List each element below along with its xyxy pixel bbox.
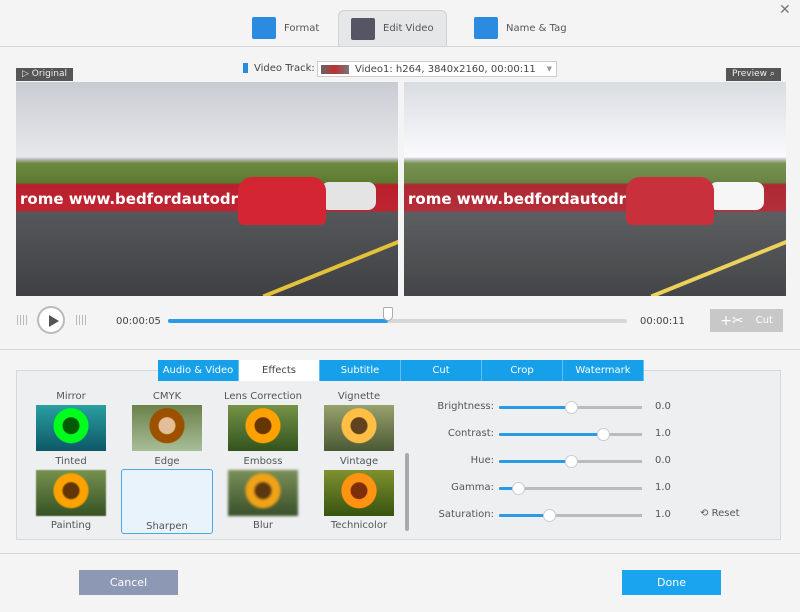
adjust-value: 1.0 <box>655 509 671 520</box>
effects-scrollbar[interactable] <box>405 453 409 531</box>
timeline-slider[interactable] <box>168 307 627 323</box>
effect-thumbnail <box>132 405 202 451</box>
name-tag-icon <box>474 17 498 39</box>
subtab-cut[interactable]: Cut <box>401 360 482 381</box>
gamma-slider[interactable] <box>499 482 642 495</box>
effect-label: Vintage <box>339 456 379 467</box>
original-tag: ▷ Original <box>16 68 74 81</box>
adjust-value: 1.0 <box>655 482 671 493</box>
cut-button[interactable]: +✂ Cut <box>710 309 783 332</box>
effect-technicolor[interactable]: Technicolor <box>313 469 405 534</box>
original-label: Original <box>31 69 68 79</box>
slider-knob[interactable] <box>543 509 557 522</box>
format-icon <box>252 17 276 39</box>
effect-lens-correction[interactable]: Lens Correction <box>217 391 309 451</box>
zoom-icon: ⌕ <box>769 69 775 79</box>
done-button[interactable]: Done <box>622 570 721 595</box>
reset-icon: ⟲ <box>700 508 709 519</box>
preview-label: Preview <box>732 69 768 79</box>
total-time: 00:00:11 <box>640 316 685 327</box>
effect-painting[interactable]: Painting <box>25 469 117 534</box>
effect-sharpen[interactable]: Sharpen <box>121 469 213 534</box>
close-icon[interactable]: ✕ <box>779 2 791 18</box>
current-time: 00:00:05 <box>116 316 161 327</box>
adjust-value: 0.0 <box>655 455 671 466</box>
tab-label: Format <box>284 22 320 34</box>
effect-label: Blur <box>252 520 274 531</box>
video-track-label: Video Track: <box>254 63 315 74</box>
reset-label: Reset <box>711 508 740 519</box>
timeline-handle[interactable] <box>383 307 394 321</box>
effect-label: Edge <box>154 456 180 467</box>
subtab-subtitle[interactable]: Subtitle <box>320 360 401 381</box>
effect-label: Tinted <box>55 456 87 467</box>
adjust-label: Contrast: <box>447 428 494 439</box>
slider-knob[interactable] <box>564 401 578 414</box>
tab-label: Name & Tag <box>506 22 567 34</box>
slider-knob[interactable] <box>564 455 578 468</box>
effect-label: Technicolor <box>330 520 388 531</box>
cancel-button[interactable]: Cancel <box>79 570 178 595</box>
brightness-slider[interactable] <box>499 401 642 414</box>
track-thumbnail <box>321 64 349 74</box>
effect-label: Sharpen <box>146 521 188 532</box>
subtab-crop[interactable]: Crop <box>482 360 563 381</box>
subtab-audio-video[interactable]: Audio & Video <box>158 360 239 381</box>
scissors-icon: +✂ <box>720 312 744 329</box>
play-button[interactable] <box>37 306 65 334</box>
video-track-value: Video1: h264, 3840x2160, 00:00:11 <box>355 63 536 75</box>
tab-edit-video[interactable]: Edit Video <box>338 10 447 46</box>
effect-label: Lens Correction <box>223 391 302 402</box>
effect-blur[interactable]: Blur <box>217 469 309 534</box>
tab-label: Edit Video <box>383 23 434 34</box>
subtab-watermark[interactable]: Watermark <box>563 360 644 381</box>
effect-label: Mirror <box>56 391 86 402</box>
effect-thumbnail <box>36 405 106 451</box>
hue-slider[interactable] <box>499 455 642 468</box>
edit-video-icon <box>351 17 375 40</box>
next-frame-grip[interactable] <box>76 315 86 325</box>
effect-vignette[interactable]: Vignette <box>313 391 405 451</box>
adjust-label: Gamma: <box>451 482 494 493</box>
adjust-value: 1.0 <box>655 428 671 439</box>
adjust-value: 0.0 <box>655 401 671 412</box>
subtab-effects[interactable]: Effects <box>239 360 320 381</box>
effect-label: Emboss <box>243 456 283 467</box>
adjust-label: Hue: <box>470 455 494 466</box>
cut-label: Cut <box>755 315 773 326</box>
adjust-label: Brightness: <box>437 401 494 412</box>
preview-tag[interactable]: Preview ⌕ <box>726 68 781 81</box>
tab-format[interactable]: Format <box>240 10 331 46</box>
adjust-label: Saturation: <box>438 509 495 520</box>
contrast-slider[interactable] <box>499 428 642 441</box>
slider-knob[interactable] <box>511 482 525 495</box>
video-track-select[interactable]: Video1: h264, 3840x2160, 00:00:11 ▼ <box>317 61 557 77</box>
original-video: rome www.bedfordautodrome.com <box>16 82 398 296</box>
effect-mirror[interactable]: Mirror <box>25 391 117 451</box>
chevron-down-icon: ▼ <box>546 65 552 73</box>
effect-label: CMYK <box>152 391 182 402</box>
effect-cmyk[interactable]: CMYK <box>121 391 213 451</box>
saturation-slider[interactable] <box>499 509 642 522</box>
effect-label: Vignette <box>337 391 381 402</box>
prev-frame-grip[interactable] <box>17 315 27 325</box>
effect-thumbnail <box>228 405 298 451</box>
preview-video: rome www.bedfordautodrome.com <box>404 82 786 296</box>
effect-thumbnail <box>324 405 394 451</box>
effect-label: Painting <box>50 520 92 531</box>
video-track-icon <box>243 63 248 73</box>
reset-button[interactable]: ⟲ Reset <box>700 508 740 519</box>
tab-name-tag[interactable]: Name & Tag <box>462 10 579 46</box>
